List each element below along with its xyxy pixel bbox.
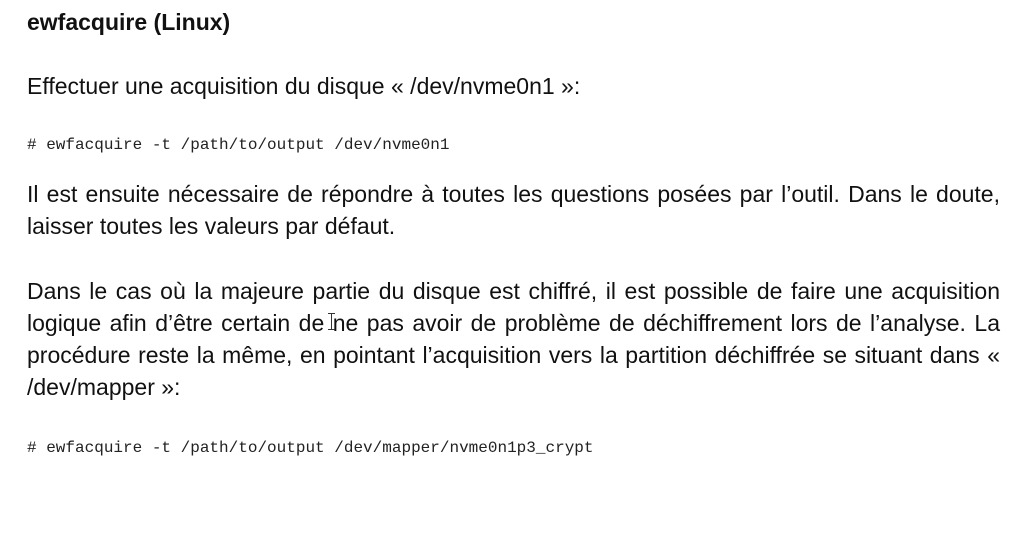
text-cursor-icon [328,313,335,330]
command-block-nvme: # ewfacquire -t /path/to/output /dev/nvm… [27,136,450,154]
section-heading: ewfacquire (Linux) [27,9,231,35]
encrypted-disk-paragraph: Dans le cas où la majeure partie du disq… [27,278,1000,400]
command-block-mapper: # ewfacquire -t /path/to/output /dev/map… [27,439,594,457]
instructions-paragraph: Il est ensuite nécessaire de répondre à … [27,181,1000,239]
intro-paragraph: Effectuer une acquisition du disque « /d… [27,73,581,99]
